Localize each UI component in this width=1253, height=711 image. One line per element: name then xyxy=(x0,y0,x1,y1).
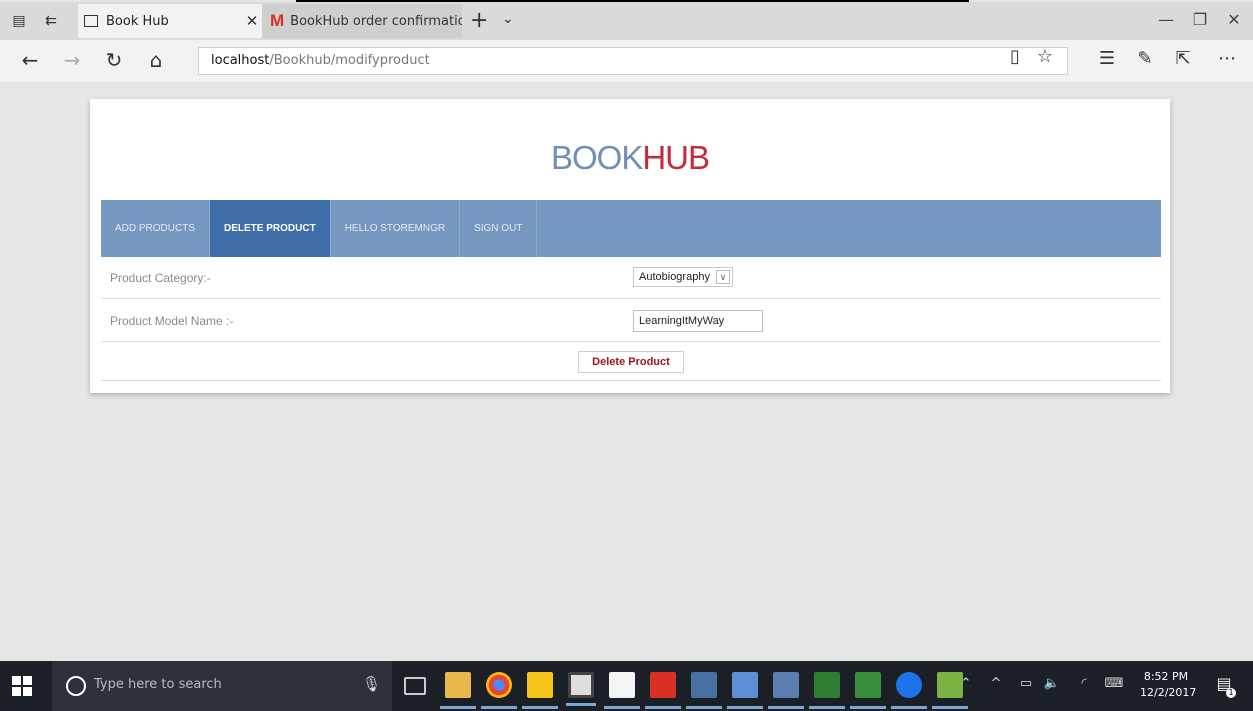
favorite-star-icon[interactable]: ☆ xyxy=(1033,46,1057,67)
terminal-icon[interactable] xyxy=(566,672,596,706)
main-menu: ADD PRODUCTS DELETE PRODUCT HELLO STOREM… xyxy=(101,200,1161,257)
edge-icon[interactable] xyxy=(891,672,927,709)
model-label: Product Model Name :- xyxy=(110,314,234,328)
chevron-down-icon: ∨ xyxy=(716,270,730,284)
notification-count: 1 xyxy=(1226,688,1236,698)
close-window-button[interactable]: ✕ xyxy=(1224,10,1244,29)
java-icon[interactable] xyxy=(727,672,763,709)
minimize-button[interactable]: — xyxy=(1156,10,1176,29)
menu-delete-product[interactable]: DELETE PRODUCT xyxy=(210,200,331,257)
back-icon[interactable]: ← xyxy=(18,48,42,72)
share-icon[interactable]: ⇱ xyxy=(1170,48,1196,69)
windows-taskbar: Type here to search 🎙 ⌃ ^ ▭ 🔈 ◜ ⌨ 8:52 P… xyxy=(0,661,1253,711)
tab-book-hub[interactable]: Book Hub ✕ xyxy=(78,4,262,38)
delete-product-button[interactable]: Delete Product xyxy=(578,351,684,373)
tab-label: Book Hub xyxy=(106,13,169,29)
search-placeholder: Type here to search xyxy=(94,677,222,692)
tab-label: BookHub order confirmatio xyxy=(290,13,462,29)
page-icon xyxy=(84,15,98,27)
category-select[interactable]: Autobiography ∨ xyxy=(633,267,733,287)
new-tab-button[interactable]: + xyxy=(470,8,488,34)
cortana-icon xyxy=(66,676,86,696)
workbench-icon[interactable] xyxy=(768,672,804,709)
microphone-icon[interactable]: 🎙 xyxy=(362,675,381,693)
web-page: BOOKHUB ADD PRODUCTS DELETE PRODUCT HELL… xyxy=(0,82,1253,661)
forward-icon[interactable]: → xyxy=(60,48,84,72)
gmail-icon: M xyxy=(270,11,285,30)
window-app-icon[interactable] xyxy=(686,672,722,709)
close-tab-icon[interactable]: ✕ xyxy=(242,12,262,30)
volume-icon[interactable]: 🔈 xyxy=(1042,676,1062,691)
sticky-notes-icon[interactable] xyxy=(522,672,558,709)
more-icon[interactable]: ⋯ xyxy=(1214,48,1240,69)
address-bar[interactable]: localhost/Bookhub/modifyproduct xyxy=(198,47,1068,75)
show-hidden-icons-icon[interactable]: ^ xyxy=(986,676,1006,691)
restore-button[interactable]: ❐ xyxy=(1190,10,1210,29)
taskbar-search-box[interactable]: Type here to search 🎙 xyxy=(52,661,392,711)
url-path: /Bookhub/modifyproduct xyxy=(269,53,430,68)
action-center-icon[interactable]: ▤ 1 xyxy=(1214,674,1236,698)
menu-hello-storemngr[interactable]: HELLO STOREMNGR xyxy=(331,200,461,257)
category-row: Product Category:- Autobiography ∨ xyxy=(101,257,1161,299)
content-card: BOOKHUB ADD PRODUCTS DELETE PRODUCT HELL… xyxy=(90,99,1170,393)
browser-nav-bar: ← → ↻ ⌂ localhost/Bookhub/modifyproduct … xyxy=(0,40,1253,82)
wifi-icon[interactable]: ◜ xyxy=(1074,676,1094,691)
chevron-up-icon[interactable]: ⌃ xyxy=(956,676,976,691)
browser-tab-bar: ▤ ⇇ Book Hub ✕ M BookHub order confirmat… xyxy=(0,2,1253,40)
home-icon[interactable]: ⌂ xyxy=(144,48,168,72)
chrome-icon[interactable] xyxy=(481,672,517,709)
tab-preview-icon[interactable]: ▤ xyxy=(10,12,28,30)
reading-view-icon[interactable]: ▯ xyxy=(1003,46,1027,67)
mongodb-icon[interactable] xyxy=(809,672,845,709)
acrobat-icon[interactable] xyxy=(645,672,681,709)
site-logo[interactable]: BOOKHUB xyxy=(90,139,1170,177)
menu-add-products[interactable]: ADD PRODUCTS xyxy=(101,200,211,257)
file-explorer-icon[interactable] xyxy=(440,672,476,709)
model-name-input[interactable] xyxy=(633,310,763,332)
url-host: localhost xyxy=(211,53,270,68)
favorites-hub-icon[interactable]: ☰ xyxy=(1094,48,1120,69)
action-row: Delete Product xyxy=(101,342,1161,381)
model-row: Product Model Name :- xyxy=(101,299,1161,342)
chevron-down-icon[interactable]: ⌄ xyxy=(502,11,514,27)
battery-icon[interactable]: ▭ xyxy=(1016,676,1036,691)
menu-sign-out[interactable]: SIGN OUT xyxy=(460,200,538,257)
set-aside-icon[interactable]: ⇇ xyxy=(42,12,60,30)
windows-start-icon[interactable] xyxy=(12,676,32,696)
keyboard-icon[interactable]: ⌨ xyxy=(1104,676,1124,691)
task-view-icon[interactable] xyxy=(404,677,426,695)
taskbar-clock[interactable]: 8:52 PM 12/2/2017 xyxy=(1140,669,1196,701)
refresh-icon[interactable]: ↻ xyxy=(102,48,126,72)
notepad-icon[interactable] xyxy=(604,672,640,709)
mongodb-shell-icon[interactable] xyxy=(850,672,886,709)
web-note-icon[interactable]: ✎ xyxy=(1132,48,1158,69)
category-label: Product Category:- xyxy=(110,271,211,285)
tab-order-confirmation[interactable]: M BookHub order confirmatio xyxy=(262,4,462,38)
